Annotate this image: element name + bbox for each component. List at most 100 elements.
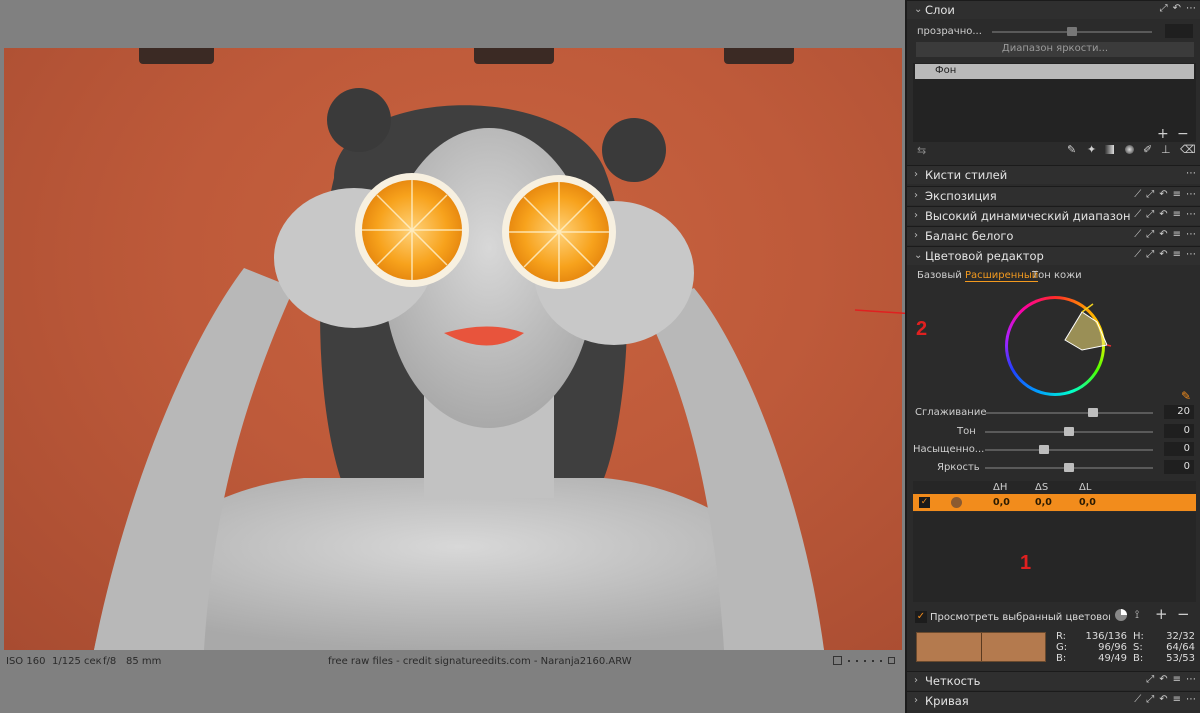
reset-icon[interactable]: ↶ [1159,674,1167,685]
smoothing-slider[interactable] [985,408,1153,417]
menu-icon[interactable]: ≡ [1173,674,1181,685]
section-tools: ⟋ ⤢ ↶ ≡ ⋯ [1134,189,1196,200]
section-styles-header[interactable]: › Кисти стилей ⋯ [907,165,1200,184]
remove-color-range-icon[interactable]: − [1177,605,1190,623]
row-checkbox[interactable]: ✓ [919,497,930,508]
eraser-icon[interactable]: ⌫ [1180,143,1196,156]
more-icon[interactable]: ⋯ [1186,3,1196,14]
h-label: H: [1133,631,1144,642]
slider-knob[interactable] [1064,427,1074,436]
section-title: Экспозиция [925,189,997,203]
hue-value[interactable]: 0 [1164,424,1194,438]
reset-icon[interactable]: ↶ [1159,189,1167,200]
section-curve-header[interactable]: › Кривая ⟋ ⤢ ↶ ≡ ⋯ [907,691,1200,710]
picker-icon[interactable]: ⟋ [1134,209,1141,220]
more-icon[interactable]: ⋯ [1186,209,1196,220]
section-tools: ⟋ ⤢ ↶ ≡ ⋯ [1134,694,1196,705]
r-label: R: [1056,631,1067,642]
auto-mask-icon[interactable]: ✦ [1087,143,1096,156]
hue-selection-overlay[interactable] [907,290,1200,410]
add-color-range-icon[interactable]: + [1155,605,1168,623]
smoothing-value[interactable]: 20 [1164,405,1194,419]
slider-knob[interactable] [1039,445,1049,454]
saturation-value[interactable]: 0 [1164,442,1194,456]
chevron-right-icon: › [914,695,918,706]
swap-icon[interactable]: ⇆ [917,144,926,157]
menu-icon[interactable]: ≡ [1173,189,1181,200]
reset-icon[interactable]: ↶ [1159,249,1167,260]
more-icon[interactable]: ⋯ [1186,189,1196,200]
picker-icon[interactable]: ⟋ [1134,189,1141,200]
lightness-slider[interactable] [985,463,1153,472]
section-layers-header[interactable]: ⌄ Слои ⤢ ↶ ⋯ [907,0,1200,19]
expand-icon[interactable]: ⤢ [1160,3,1168,14]
lightness-value[interactable]: 0 [1164,460,1194,474]
saturation-slider[interactable] [985,445,1153,454]
reset-icon[interactable]: ↶ [1159,694,1167,705]
section-color-editor-header[interactable]: ⌄ Цветовой редактор ⟋ ⤢ ↶ ≡ ⋯ [907,246,1200,265]
reset-icon[interactable]: ↶ [1159,229,1167,240]
luma-range-button[interactable]: Диапазон яркости... [916,42,1194,57]
view-selected-checkbox[interactable]: ✓ [915,611,927,623]
picker-icon[interactable]: ⟋ [1134,249,1141,260]
reset-icon[interactable]: ↶ [1173,3,1181,14]
expand-icon[interactable]: ⤢ [1146,674,1154,685]
menu-icon[interactable]: ≡ [1173,249,1181,260]
expand-icon[interactable]: ⤢ [1146,209,1154,220]
radial-mask-icon[interactable] [1125,145,1134,154]
sample-color-preview [916,632,1046,662]
tab-skin-tone[interactable]: Тон кожи [1032,270,1082,281]
opacity-value[interactable] [1165,24,1193,38]
single-view-icon[interactable] [833,656,842,665]
col-dl: ΔL [1079,482,1092,493]
eyedropper-add-icon[interactable]: ⟟ [1135,608,1139,622]
gradient-mask-icon[interactable] [1105,145,1114,154]
section-title: Высокий динамический диапазон [925,209,1131,223]
expand-icon[interactable]: ⤢ [1146,249,1154,260]
expand-icon[interactable]: ⤢ [1146,189,1154,200]
tab-basic[interactable]: Базовый [917,270,962,281]
section-hdr-header[interactable]: › Высокий динамический диапазон ⟋ ⤢ ↶ ≡ ⋯ [907,206,1200,225]
more-icon[interactable]: ⋯ [1186,229,1196,240]
image-viewer[interactable]: ISO 160 1/125 сек f/8 85 mm free raw fil… [0,0,1040,713]
stamp-icon[interactable]: ⊥ [1161,143,1171,156]
focal-length-value: 85 mm [126,656,162,667]
expand-icon[interactable]: ⤢ [1146,229,1154,240]
photo-canvas[interactable] [4,48,902,650]
more-icon[interactable]: ⋯ [1186,168,1196,179]
layer-list: Фон [913,63,1196,142]
section-exposure-header[interactable]: › Экспозиция ⟋ ⤢ ↶ ≡ ⋯ [907,186,1200,205]
pen-icon[interactable]: ✐ [1143,143,1152,156]
more-icon[interactable]: ⋯ [1186,249,1196,260]
hue-slider[interactable] [985,427,1153,436]
menu-icon[interactable]: ≡ [1173,694,1181,705]
picker-icon[interactable]: ⟋ [1134,229,1141,240]
viewer-status-bar: ISO 160 1/125 сек f/8 85 mm free raw fil… [0,650,905,672]
slider-knob[interactable] [1064,463,1074,472]
slider-knob[interactable] [1088,408,1098,417]
remove-layer-icon[interactable]: − [1177,126,1189,142]
color-range-row[interactable]: ✓ 0,0 0,0 0,0 [913,494,1196,511]
b-label: B: [1056,653,1067,664]
section-tools: ⟋ ⤢ ↶ ≡ ⋯ [1134,229,1196,240]
section-clarity-header[interactable]: › Четкость ⤢ ↶ ≡ ⋯ [907,671,1200,690]
expand-icon[interactable]: ⤢ [1146,694,1154,705]
picker-icon[interactable]: ⟋ [1134,694,1141,705]
more-icon[interactable]: ⋯ [1186,674,1196,685]
more-icon[interactable]: ⋯ [1186,694,1196,705]
brush-icon[interactable]: ✎ [1067,143,1076,156]
eyedropper-icon[interactable]: ✎ [1181,389,1191,403]
section-white-balance-header[interactable]: › Баланс белого ⟋ ⤢ ↶ ≡ ⋯ [907,226,1200,245]
grid-view-icon[interactable] [888,657,895,664]
layer-row-background[interactable]: Фон [915,64,1194,79]
reset-icon[interactable]: ↶ [1159,209,1167,220]
color-picker-wheel-icon[interactable] [1115,609,1127,621]
shutter-value: 1/125 сек [52,656,102,667]
opacity-label: прозрачно... [917,26,982,37]
menu-icon[interactable]: ≡ [1173,229,1181,240]
opacity-slider[interactable] [992,27,1152,36]
menu-icon[interactable]: ≡ [1173,209,1181,220]
tab-advanced[interactable]: Расширенный [965,270,1039,282]
slider-knob[interactable] [1067,27,1077,36]
add-layer-icon[interactable]: + [1157,126,1169,142]
